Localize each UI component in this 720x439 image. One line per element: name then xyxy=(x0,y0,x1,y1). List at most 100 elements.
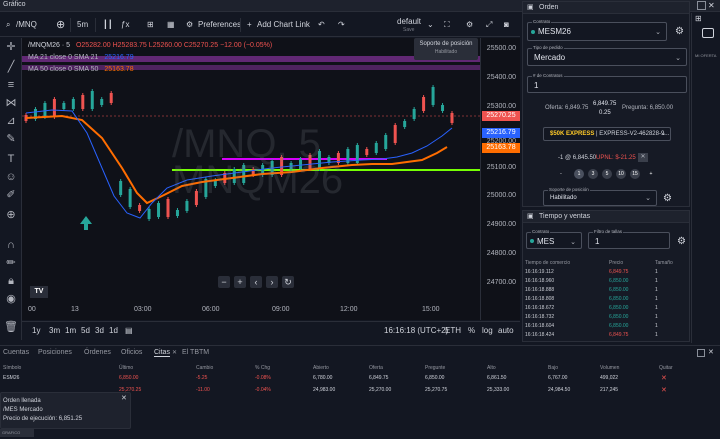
candles-icon[interactable]: ┃┃ xyxy=(103,19,113,31)
col-remove: Quitar xyxy=(659,365,673,371)
range-1y[interactable]: 1y xyxy=(32,326,40,335)
order-type-select[interactable]: Tipo de pedido Mercado ⌄ xyxy=(527,45,687,66)
ts-size: 1 xyxy=(655,278,658,284)
add-chart-link-button[interactable]: Add Chart Link xyxy=(257,19,310,31)
gear-icon[interactable]: ⚙ xyxy=(677,237,687,247)
camera-icon[interactable]: ◙ xyxy=(504,19,509,31)
col-low: Bajo xyxy=(548,365,559,371)
scroll-right-button[interactable]: › xyxy=(266,276,278,288)
fib-icon[interactable]: ≡ xyxy=(4,78,18,92)
quick-qty-15[interactable]: 15 xyxy=(630,169,640,179)
chevron-down-icon[interactable]: ⌄ xyxy=(427,19,434,31)
clock[interactable]: 16:16:18 (UTC+2) xyxy=(384,326,448,335)
tab-accounts[interactable]: Cuentas xyxy=(3,349,29,356)
range-3m[interactable]: 3m xyxy=(49,326,60,335)
indicators-icon[interactable]: ƒx xyxy=(121,19,129,31)
candle-body xyxy=(43,103,47,117)
price-chart[interactable]: /MNQM26 · 5 O25282.00 H25283.75 L25260.0… xyxy=(22,38,520,320)
tab-orders[interactable]: Órdenes xyxy=(84,349,111,356)
percent-toggle[interactable]: % xyxy=(468,326,475,335)
log-toggle[interactable]: log xyxy=(482,326,493,335)
projection-icon[interactable]: ⊿ xyxy=(4,114,18,128)
trendline-icon[interactable]: ╱ xyxy=(4,60,18,74)
quick-plus-button[interactable]: + xyxy=(646,169,656,179)
pattern-icon[interactable]: ⋈ xyxy=(4,96,18,110)
eye-icon[interactable]: ◉ xyxy=(4,292,18,306)
price-axis[interactable]: 25500.00 25400.00 25300.00 25200.00 2510… xyxy=(480,38,520,320)
contract-select[interactable]: Contrato MESM26 ⌄ xyxy=(527,19,667,41)
quick-minus-button[interactable]: - xyxy=(556,169,566,179)
zoom-out-button[interactable]: − xyxy=(218,276,230,288)
lock-icon[interactable]: 🔒︎ xyxy=(4,274,18,288)
search-icon[interactable]: ⌕ xyxy=(6,19,10,31)
position-support-select[interactable]: Soporte de posición Habilitado ⌄ xyxy=(543,187,657,206)
candle-body xyxy=(128,189,132,207)
quick-qty-5[interactable]: 5 xyxy=(602,169,612,179)
flatten-button[interactable]: ✕ xyxy=(638,153,648,162)
quick-qty-10[interactable]: 10 xyxy=(616,169,626,179)
tab-trades[interactable]: Oficios xyxy=(121,349,142,356)
brush-icon[interactable]: ✎ xyxy=(4,132,18,146)
crosshair-icon[interactable]: ✛ xyxy=(4,40,18,54)
range-1d[interactable]: 1d xyxy=(109,326,118,335)
range-3d[interactable]: 3d xyxy=(95,326,104,335)
maximize-button[interactable] xyxy=(697,1,706,10)
session-toggle[interactable]: ETH xyxy=(445,326,461,335)
range-1m[interactable]: 1m xyxy=(65,326,76,335)
reset-chart-button[interactable]: ↻ xyxy=(282,276,294,288)
add-widget-icon[interactable]: ⊞ xyxy=(695,14,702,23)
trash-icon[interactable]: 🗑︎ xyxy=(4,320,18,334)
panel-icon[interactable] xyxy=(702,28,714,38)
settings-icon[interactable]: ⚙ xyxy=(466,19,473,31)
tab-tbtm[interactable]: El TBTM xyxy=(182,349,209,356)
quantity-input[interactable]: # de Contratos 1 xyxy=(527,73,687,93)
ma21-value: 25216.79 xyxy=(104,54,134,61)
zoom-in-button[interactable]: + xyxy=(234,276,246,288)
remove-icon[interactable]: ✕ xyxy=(661,374,667,382)
candle-body xyxy=(384,135,388,149)
lock-drawings-icon[interactable]: ✏ xyxy=(4,256,18,270)
close-panel-button[interactable]: ✕ xyxy=(708,348,714,356)
time-tick: 15:00 xyxy=(422,306,440,313)
maximize-icon[interactable]: ⤢ xyxy=(486,19,492,31)
account-select[interactable]: $50K EXPRESS | EXPRESS-V2-462828-9... ⌄ xyxy=(543,127,671,141)
gear-icon[interactable]: ⚙ xyxy=(675,27,685,37)
fullscreen-icon[interactable]: ⛶ xyxy=(444,19,450,31)
calendar-icon[interactable]: ▤ xyxy=(125,326,133,335)
add-symbol-icon[interactable]: ⊕ xyxy=(56,19,65,31)
close-window-button[interactable]: ✕ xyxy=(708,1,717,10)
text-icon[interactable]: T xyxy=(4,152,18,166)
quick-qty-3[interactable]: 3 xyxy=(588,169,598,179)
quick-qty-1[interactable]: 1 xyxy=(574,169,584,179)
range-5d[interactable]: 5d xyxy=(81,326,90,335)
table-row[interactable]: ESM26 6,850.00 -5.25 -0.08% 6,780.00 6,8… xyxy=(0,375,720,384)
undo-icon[interactable]: ↶ xyxy=(318,19,325,31)
preferences-button[interactable]: Preferences xyxy=(198,19,241,31)
close-tab-icon[interactable]: ✕ xyxy=(172,349,177,356)
gear-icon[interactable]: ⚙ xyxy=(663,194,673,204)
scroll-left-button[interactable]: ‹ xyxy=(250,276,262,288)
magnet-icon[interactable]: ∩ xyxy=(4,238,18,252)
templates-icon[interactable]: ⊞ xyxy=(147,19,154,31)
add-chart-link-icon[interactable]: + xyxy=(247,19,252,31)
ma50-legend[interactable]: MA 50 close 0 SMA 50 25163.78 xyxy=(28,66,134,73)
remove-icon[interactable]: ✕ xyxy=(661,386,667,394)
time-axis[interactable]: 00 13 03:00 06:00 09:00 12:00 15:00 xyxy=(22,304,480,320)
emoji-icon[interactable]: ☺ xyxy=(4,170,18,184)
ruler-icon[interactable]: ✐ xyxy=(4,188,18,202)
redo-icon[interactable]: ↷ xyxy=(338,19,345,31)
interval-button[interactable]: 5m xyxy=(77,19,88,31)
ts-contract-select[interactable]: Contrato MES ⌄ xyxy=(526,229,582,249)
tab-quotes[interactable]: Citas xyxy=(154,349,170,357)
tab-positions[interactable]: Posiciones xyxy=(38,349,72,356)
add-panel-button[interactable] xyxy=(697,349,705,357)
table-row: 16:16:18.424 6,849.75 1 xyxy=(523,331,689,339)
auto-toggle[interactable]: auto xyxy=(498,326,514,335)
compare-icon[interactable]: ▦ xyxy=(167,19,175,31)
ma21-legend[interactable]: MA 21 close 0 SMA 21 25216.79 xyxy=(28,54,134,61)
close-icon[interactable]: ✕ xyxy=(121,394,127,402)
ts-size-filter[interactable]: Filtro de tallas 1 xyxy=(588,229,670,249)
symbol-input[interactable]: /MNQ xyxy=(16,19,37,31)
zoom-in-icon[interactable]: ⊕ xyxy=(4,208,18,222)
gear-icon[interactable]: ⚙ xyxy=(186,19,193,31)
